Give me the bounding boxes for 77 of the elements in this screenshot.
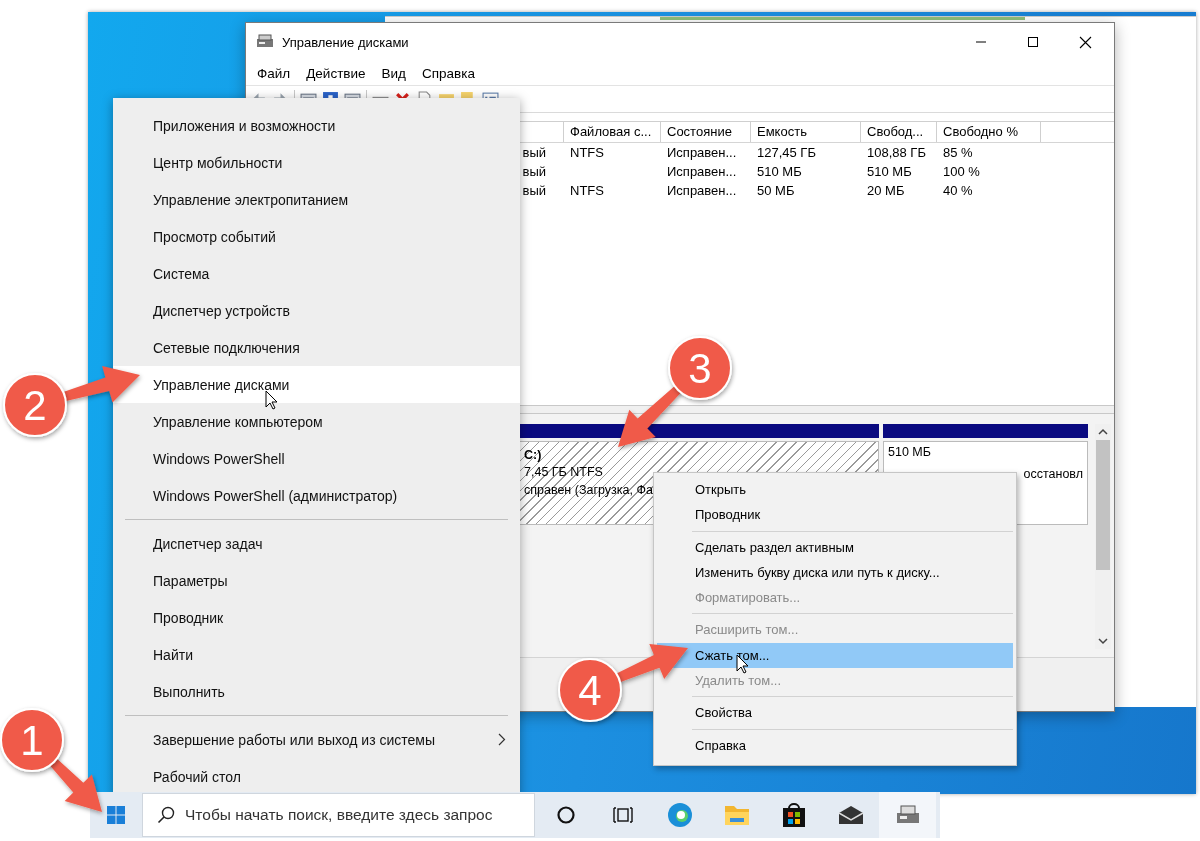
partition-status: справен (Загрузка, Фа bbox=[524, 483, 653, 499]
menu-item[interactable]: Windows PowerShell bbox=[113, 440, 520, 477]
column-header[interactable]: Файловая с... bbox=[564, 122, 661, 142]
menu-item[interactable]: Диспетчер задач bbox=[113, 525, 520, 562]
menu-item[interactable]: Просмотр событий bbox=[113, 218, 520, 255]
table-cell-text: 50 МБ bbox=[757, 182, 795, 200]
menu-item[interactable]: Действие bbox=[298, 65, 374, 81]
menu-item[interactable]: Открыть bbox=[657, 477, 1013, 503]
step-badge: 2 bbox=[3, 373, 67, 437]
circle-icon bbox=[555, 805, 576, 825]
menu-item[interactable]: Файл bbox=[249, 65, 299, 81]
column-header[interactable]: Свобод... bbox=[861, 122, 937, 142]
menu-item[interactable]: Справка bbox=[657, 732, 1013, 758]
table-cell-text: NTFS bbox=[570, 182, 604, 200]
column-header[interactable]: Свободно % bbox=[937, 122, 1041, 142]
search-field[interactable]: Чтобы начать поиск, введите здесь запрос bbox=[185, 806, 534, 824]
menu-item[interactable]: Сжать том... bbox=[657, 642, 1013, 669]
step-badge: 4 bbox=[558, 658, 622, 722]
table-cell-text: Исправен... bbox=[667, 163, 737, 181]
windows-logo-icon bbox=[107, 806, 125, 824]
search-icon bbox=[157, 806, 175, 824]
maximize-icon bbox=[1027, 36, 1039, 48]
table-cell-text: Исправен... bbox=[667, 144, 737, 162]
table-cell-text: вый bbox=[522, 163, 546, 181]
shopping-bag-icon bbox=[781, 802, 806, 828]
table-cell-text: 127,45 ГБ bbox=[757, 144, 816, 162]
menu-item[interactable]: Выполнить bbox=[113, 673, 520, 710]
column-header[interactable]: Емкость bbox=[751, 122, 861, 142]
menu-item[interactable]: Диспетчер устройств bbox=[113, 292, 520, 329]
partition-status: осстановл bbox=[1023, 467, 1083, 483]
scroll-down-icon[interactable] bbox=[1098, 637, 1108, 645]
mail-icon bbox=[837, 805, 864, 825]
menu-item[interactable]: Сетевые подключения bbox=[113, 329, 520, 366]
menu-item[interactable]: Проводник bbox=[657, 502, 1013, 528]
table-cell-text: NTFS bbox=[570, 144, 604, 162]
menu-item[interactable]: Проводник bbox=[113, 599, 520, 636]
menu-item[interactable]: Изменить букву диска или путь к диску... bbox=[657, 559, 1013, 586]
table-cell-text: вый bbox=[522, 144, 546, 162]
table-cell-text: 40 % bbox=[943, 182, 973, 200]
folder-icon bbox=[723, 804, 750, 826]
scroll-up-icon[interactable] bbox=[1098, 428, 1108, 436]
column-header[interactable]: Состояние bbox=[661, 122, 751, 142]
partition-size: 7,45 ГБ NTFS bbox=[524, 465, 603, 481]
partition-name: C:) bbox=[524, 448, 542, 463]
browser-icon bbox=[666, 802, 693, 828]
menu-item[interactable]: Вид bbox=[373, 65, 414, 81]
partition-size: 510 МБ bbox=[888, 445, 931, 461]
menu-item[interactable]: Windows PowerShell (администратор) bbox=[113, 477, 520, 514]
table-cell-text: 85 % bbox=[943, 144, 973, 162]
chevron-right-icon bbox=[498, 733, 506, 746]
menu-item[interactable]: Управление дисками bbox=[113, 366, 520, 403]
table-cell-text: 100 % bbox=[943, 163, 980, 181]
task-view-icon bbox=[611, 805, 634, 825]
step-badge: 1 bbox=[0, 708, 64, 772]
table-cell-text: 108,88 ГБ bbox=[867, 144, 926, 162]
step-badge: 3 bbox=[668, 336, 732, 400]
menu-item[interactable]: Найти bbox=[113, 636, 520, 673]
menu-item[interactable]: Свойства bbox=[657, 700, 1013, 726]
menu-item[interactable]: Управление компьютером bbox=[113, 403, 520, 440]
close-icon bbox=[1078, 35, 1092, 49]
table-cell-text: 510 МБ bbox=[867, 163, 912, 181]
menu-item[interactable]: Система bbox=[113, 255, 520, 292]
table-cell-text: 20 МБ bbox=[867, 182, 905, 200]
menu-item[interactable]: Справка bbox=[414, 65, 483, 81]
menu-item[interactable]: Центр мобильности bbox=[113, 144, 520, 181]
menu-item[interactable]: Завершение работы или выход из системы bbox=[113, 721, 520, 758]
table-cell-text: 510 МБ bbox=[757, 163, 802, 181]
table-cell-text: Исправен... bbox=[667, 182, 737, 200]
menu-item[interactable]: Рабочий стол bbox=[113, 758, 520, 795]
menu-item[interactable]: Сделать раздел активным bbox=[657, 534, 1013, 560]
menu-item[interactable]: Приложения и возможности bbox=[113, 107, 520, 144]
table-cell-text: вый bbox=[522, 182, 546, 200]
menu-item[interactable]: Параметры bbox=[113, 562, 520, 599]
menu-item[interactable]: Управление электропитанием bbox=[113, 181, 520, 218]
disk-drive-icon bbox=[256, 34, 274, 50]
search-bar[interactable]: Чтобы начать поиск, введите здесь запрос bbox=[142, 793, 535, 837]
window-title: Управление дисками bbox=[282, 34, 409, 50]
